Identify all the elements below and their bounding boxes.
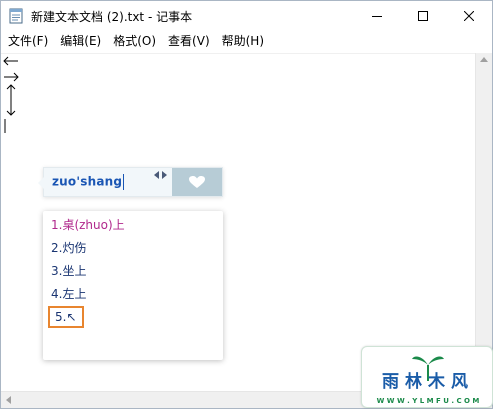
maximize-button[interactable] [400, 1, 446, 31]
close-button[interactable] [446, 1, 492, 31]
heart-icon [189, 176, 205, 188]
menu-format[interactable]: 格式(O) [107, 31, 162, 51]
ime-skin-button[interactable] [172, 168, 222, 196]
window-controls [354, 1, 492, 31]
ime-page-controls [154, 171, 167, 179]
ime-pinyin-text: zuo'shang [52, 174, 123, 189]
ime-caret [123, 174, 125, 190]
candidate-1[interactable]: 1.桌(zhuo)上 [51, 216, 125, 234]
notepad-window: 新建文本文档 (2).txt - 记事本 文件(F) 编辑(E) 格式(O) 查… [0, 0, 493, 409]
text-content-arrows [3, 56, 19, 133]
candidate-5[interactable]: 5.↖ [48, 306, 84, 328]
candidate-2[interactable]: 2.灼伤 [51, 239, 86, 257]
title-bar[interactable]: 新建文本文档 (2).txt - 记事本 [1, 1, 492, 31]
candidate-4[interactable]: 4.左上 [51, 285, 86, 303]
watermark-logo: 雨林木风 W W W . Y L M F U . C O M [361, 346, 493, 408]
watermark-url: W W W . Y L M F U . C O M [377, 397, 480, 405]
notepad-icon [8, 8, 24, 24]
watermark-brand: 雨林木风 [382, 371, 474, 392]
minimize-button[interactable] [354, 1, 400, 31]
candidate-3[interactable]: 3.坐上 [51, 262, 86, 280]
ime-pinyin-input: zuo'shang [44, 174, 125, 190]
window-title: 新建文本文档 (2).txt - 记事本 [31, 9, 193, 24]
ime-candidate-list: 1.桌(zhuo)上 2.灼伤 3.坐上 4.左上 5.↖ [43, 211, 223, 360]
ime-composition-bar: zuo'shang [38, 167, 223, 197]
vertical-scrollbar[interactable] [475, 53, 492, 392]
menu-view[interactable]: 查看(V) [162, 31, 216, 51]
ime-next-page-icon[interactable] [162, 171, 167, 179]
menu-bar: 文件(F) 编辑(E) 格式(O) 查看(V) 帮助(H) [1, 31, 492, 51]
menu-edit[interactable]: 编辑(E) [54, 31, 107, 51]
ime-bar-pointer [38, 177, 44, 189]
menu-help[interactable]: 帮助(H) [216, 31, 270, 51]
scroll-left-icon[interactable] [6, 396, 11, 404]
menu-file[interactable]: 文件(F) [1, 31, 54, 51]
minimize-icon [372, 16, 382, 17]
close-icon [464, 11, 474, 21]
maximize-icon [418, 11, 428, 21]
scroll-up-icon[interactable] [480, 57, 488, 62]
ime-prev-page-icon[interactable] [154, 171, 159, 179]
